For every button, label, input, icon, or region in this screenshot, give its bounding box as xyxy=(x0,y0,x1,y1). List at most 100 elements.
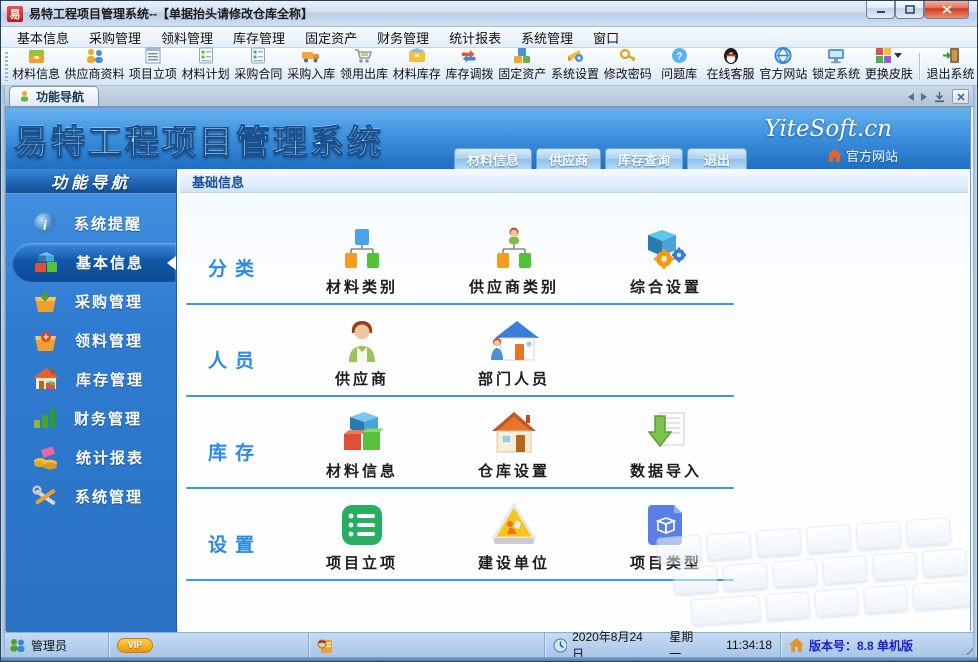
tab-close-button[interactable] xyxy=(952,89,969,104)
toolbar-material-stock[interactable]: 材料库存 xyxy=(390,48,443,85)
row-label-inventory: 库存 xyxy=(208,438,262,465)
toolbar-material-info[interactable]: 材料信息 xyxy=(10,48,63,85)
banner-title: 易特工程项目管理系统 xyxy=(14,115,384,164)
lock-monitor-icon xyxy=(827,48,845,64)
stock-box-icon xyxy=(408,47,426,64)
menu-basic-info[interactable]: 基本信息 xyxy=(7,26,79,49)
menu-bar: 基本信息 采购管理 领料管理 库存管理 固定资产 财务管理 统计报表 系统管理 … xyxy=(1,27,977,48)
minimize-button[interactable] xyxy=(866,1,895,19)
website-ie-icon xyxy=(774,47,792,64)
content-header-title: 基础信息 xyxy=(192,172,244,191)
item-supplier[interactable]: 供应商 xyxy=(286,318,438,389)
item-material-category[interactable]: 材料类别 xyxy=(286,226,438,297)
sidebar: 功能导航 i 系统提醒 基本信息 采购管理 领料管理 xyxy=(6,169,177,632)
app-window: 易 易特工程项目管理系统--【单据抬头请修改仓库全称】 基本信息 采购管理 领料… xyxy=(0,0,978,662)
sidebar-item-finance-mgmt[interactable]: 财务管理 xyxy=(6,399,176,438)
item-project-approval[interactable]: 项目立项 xyxy=(286,502,438,573)
transfer-arrows-icon xyxy=(460,48,478,64)
toolbar-purchase-contract[interactable]: 采购合同 xyxy=(232,48,285,85)
tab-scroll-right-icon[interactable] xyxy=(921,93,927,101)
banner-exit-button[interactable]: 退出 xyxy=(687,148,747,169)
settings-horn-icon xyxy=(566,47,584,64)
row-inventory: 库存 材料信息 仓库设置 数据导入 xyxy=(178,397,970,489)
status-vip-cell: VIP xyxy=(109,633,309,657)
close-button[interactable] xyxy=(924,1,969,19)
qq-penguin-icon xyxy=(723,47,739,64)
menu-purchase[interactable]: 采购管理 xyxy=(79,26,151,49)
toolbar-grip[interactable] xyxy=(5,52,8,81)
outbound-cart-icon xyxy=(354,48,373,64)
inbound-truck-icon xyxy=(301,48,321,64)
menu-window[interactable]: 窗口 xyxy=(583,26,629,49)
maximize-button[interactable] xyxy=(895,1,924,19)
item-material-info[interactable]: 材料信息 xyxy=(286,410,438,481)
banner-supplier-button[interactable]: 供应商 xyxy=(536,148,601,169)
menu-inventory[interactable]: 库存管理 xyxy=(223,26,295,49)
toolbar-fixed-assets[interactable]: 固定资产 xyxy=(496,48,549,85)
toolbar-purchase-inbound[interactable]: 采购入库 xyxy=(285,48,338,85)
item-data-import[interactable]: 数据导入 xyxy=(590,410,742,481)
sidebar-item-system-mgmt[interactable]: 系统管理 xyxy=(6,477,176,516)
banner-material-info-button[interactable]: 材料信息 xyxy=(454,148,532,169)
sidebar-item-statistics-reports[interactable]: 统计报表 xyxy=(6,438,176,477)
row-personnel: 人员 供应商 部门人员 xyxy=(178,305,970,397)
sidebar-item-requisition-mgmt[interactable]: 领料管理 xyxy=(6,321,176,360)
menu-system[interactable]: 系统管理 xyxy=(511,26,583,49)
item-project-type[interactable]: 项目类型 xyxy=(590,502,742,573)
plan-doc-icon xyxy=(198,47,214,64)
project-grid-icon xyxy=(145,47,161,64)
item-department-staff[interactable]: 部门人员 xyxy=(438,318,590,389)
sidebar-item-system-reminder[interactable]: i 系统提醒 xyxy=(6,204,176,243)
row-label-category: 分类 xyxy=(208,254,262,281)
toolbar-project-approval[interactable]: 项目立项 xyxy=(127,48,180,85)
toolbar-system-settings[interactable]: 系统设置 xyxy=(549,48,602,85)
sidebar-item-purchase-mgmt[interactable]: 采购管理 xyxy=(6,282,176,321)
item-construction-unit[interactable]: 建设单位 xyxy=(438,502,590,573)
users-icon xyxy=(9,638,26,652)
purchase-basket-icon xyxy=(32,289,59,315)
toolbar-online-service[interactable]: 在线客服 xyxy=(704,48,757,85)
window-right-edge xyxy=(973,86,977,657)
banner-stock-query-button[interactable]: 库存查询 xyxy=(605,148,683,169)
row-label-personnel: 人员 xyxy=(208,346,262,373)
item-supplier-category[interactable]: 供应商类别 xyxy=(438,226,590,297)
tab-scroll-left-icon[interactable] xyxy=(908,93,914,101)
stacked-cubes-icon xyxy=(338,410,386,456)
requisition-basket-icon xyxy=(32,328,59,354)
clock-icon xyxy=(553,638,567,653)
toolbar-official-website[interactable]: 官方网站 xyxy=(757,48,810,85)
menu-requisition[interactable]: 领料管理 xyxy=(151,26,223,49)
toolbar-lock-system[interactable]: 锁定系统 xyxy=(810,48,863,85)
document-import-icon xyxy=(643,410,689,456)
status-datetime: 2020年8月24日 星期一 11:34:18 xyxy=(545,633,781,657)
toolbar-question-bank[interactable]: ? 问题库 xyxy=(654,48,704,85)
tab-pin-icon[interactable] xyxy=(934,91,945,103)
org-chart-person-icon xyxy=(490,226,538,272)
skin-dropdown-caret-icon[interactable] xyxy=(894,53,902,58)
item-warehouse-settings[interactable]: 仓库设置 xyxy=(438,410,590,481)
green-list-icon xyxy=(339,502,385,548)
status-version: 版本号：8.8 单机版 xyxy=(781,633,977,657)
supplier-people-icon xyxy=(85,47,105,64)
toolbar-supplier-data[interactable]: 供应商资料 xyxy=(63,48,127,85)
sidebar-item-basic-info[interactable]: 基本信息 xyxy=(12,243,176,282)
menu-reports[interactable]: 统计报表 xyxy=(439,26,511,49)
tab-function-nav[interactable]: 功能导航 xyxy=(9,86,99,106)
toolbar-stock-transfer[interactable]: 库存调拨 xyxy=(443,48,496,85)
item-general-settings[interactable]: 综合设置 xyxy=(590,226,742,297)
toolbar-exit-system[interactable]: 退出系统 xyxy=(924,48,977,85)
brand-text: YiteSoft.cn xyxy=(765,116,892,142)
official-site-link[interactable]: 官方网站 xyxy=(827,146,898,165)
home-icon xyxy=(789,638,804,652)
toolbar-change-skin[interactable]: 更换皮肤 xyxy=(862,48,915,85)
content-panel: 基础信息 分类 材料类别 供应商类别 综合设置 xyxy=(178,169,970,632)
person-icon xyxy=(339,318,385,364)
toolbar-requisition-outbound[interactable]: 领用出库 xyxy=(338,48,391,85)
toolbar-change-password[interactable]: 修改密码 xyxy=(601,48,654,85)
sidebar-item-inventory-mgmt[interactable]: 库存管理 xyxy=(6,360,176,399)
window-left-edge xyxy=(1,86,5,657)
nav-figure-icon xyxy=(18,90,31,103)
menu-finance[interactable]: 财务管理 xyxy=(367,26,439,49)
toolbar-material-plan[interactable]: 材料计划 xyxy=(179,48,232,85)
menu-fixed-assets[interactable]: 固定资产 xyxy=(295,26,367,49)
